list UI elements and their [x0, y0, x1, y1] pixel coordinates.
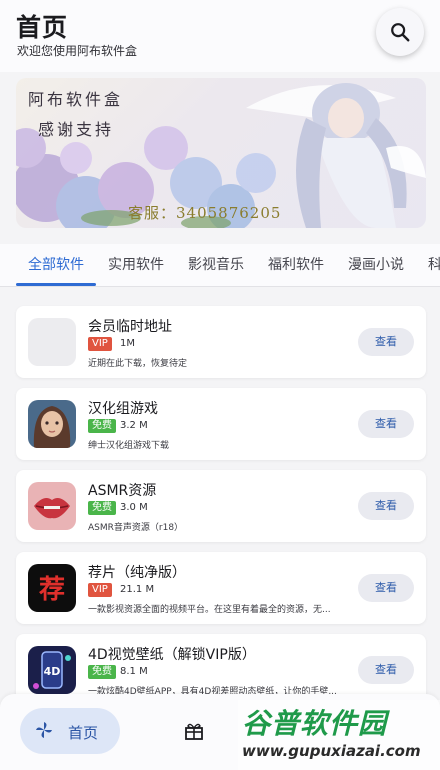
app-name: 会员临时地址: [88, 319, 172, 335]
vip-badge: VIP: [88, 337, 112, 351]
banner-thanks: 感谢支持: [38, 120, 115, 139]
view-button[interactable]: 查看: [358, 492, 414, 520]
app-card[interactable]: 荐 荐片（纯净版） VIP 21.1 M 一款影视资源全面的视频平台。在这里有着…: [16, 552, 426, 624]
nav-home-label: 首页: [68, 724, 99, 742]
jian-icon: 荐: [28, 564, 76, 612]
search-icon: [391, 23, 410, 42]
nav-home-button[interactable]: 首页: [20, 708, 120, 754]
tab-welfare[interactable]: 福利软件: [268, 254, 324, 274]
lips-icon: [28, 482, 76, 530]
svg-text:4D: 4D: [44, 665, 61, 678]
vip-badge: VIP: [88, 583, 112, 597]
app-header: 首页 欢迎您使用阿布软件盒: [0, 0, 440, 72]
app-card[interactable]: ASMR资源 免费 3.0 M ASMR音声资源（r18） 查看: [16, 470, 426, 542]
blank-icon: [28, 318, 76, 366]
promo-banner[interactable]: 阿布软件盒 感谢支持 客服：3405876205: [16, 78, 426, 228]
watermark-url: www.gupuxiazai.com: [242, 742, 421, 760]
view-button[interactable]: 查看: [358, 574, 414, 602]
app-card[interactable]: 汉化组游戏 免费 3.2 M 绅士汉化组游戏下载 查看: [16, 388, 426, 460]
category-tabs: 全部软件 实用软件 影视音乐 福利软件 漫画小说 科: [0, 244, 440, 286]
page-title: 首页: [16, 13, 69, 42]
app-size: 3.2 M: [120, 420, 148, 431]
tab-utility[interactable]: 实用软件: [108, 254, 164, 274]
app-size: 3.0 M: [120, 502, 148, 513]
free-badge: 免费: [88, 501, 116, 515]
watermark: 谷普软件园 www.gupuxiazai.com: [238, 700, 440, 770]
banner-contact: 客服：3405876205: [128, 204, 282, 222]
app-name: ASMR资源: [88, 483, 157, 499]
divider: [0, 286, 440, 287]
app-description: ASMR音声资源（r18）: [88, 523, 184, 533]
app-description: 绅士汉化组游戏下载: [88, 441, 170, 451]
free-badge: 免费: [88, 419, 116, 433]
search-button[interactable]: [376, 8, 424, 56]
app-size: 1M: [120, 338, 135, 349]
app-description: 一款影视资源全面的视频平台。在这里有着最全的资源，无...: [88, 605, 331, 615]
view-button[interactable]: 查看: [358, 328, 414, 356]
view-button[interactable]: 查看: [358, 656, 414, 684]
app-name: 汉化组游戏: [88, 401, 158, 417]
tab-all[interactable]: 全部软件: [28, 254, 84, 274]
pinwheel-icon: [36, 722, 52, 738]
svg-text:荐: 荐: [38, 575, 65, 605]
view-button[interactable]: 查看: [358, 410, 414, 438]
app-name: 4D视觉壁纸（解锁VIP版）: [88, 647, 256, 663]
gift-icon[interactable]: [184, 722, 204, 740]
anime-girl-icon: [28, 400, 76, 448]
app-name: 荐片（纯净版）: [88, 565, 186, 581]
app-description: 近期在此下载，恢复待定: [88, 359, 188, 369]
app-size: 21.1 M: [120, 584, 155, 595]
banner-title: 阿布软件盒: [28, 90, 124, 109]
tab-comic-novel[interactable]: 漫画小说: [348, 254, 404, 274]
app-size: 8.1 M: [120, 666, 148, 677]
watermark-logo: 谷普软件园: [242, 707, 388, 740]
app-card[interactable]: 会员临时地址 VIP 1M 近期在此下载，恢复待定 查看: [16, 306, 426, 378]
tab-science[interactable]: 科: [428, 254, 440, 274]
free-badge: 免费: [88, 665, 116, 679]
tab-video-music[interactable]: 影视音乐: [188, 254, 244, 274]
4d-icon: 4D: [28, 646, 76, 694]
page-subtitle: 欢迎您使用阿布软件盒: [17, 44, 138, 58]
